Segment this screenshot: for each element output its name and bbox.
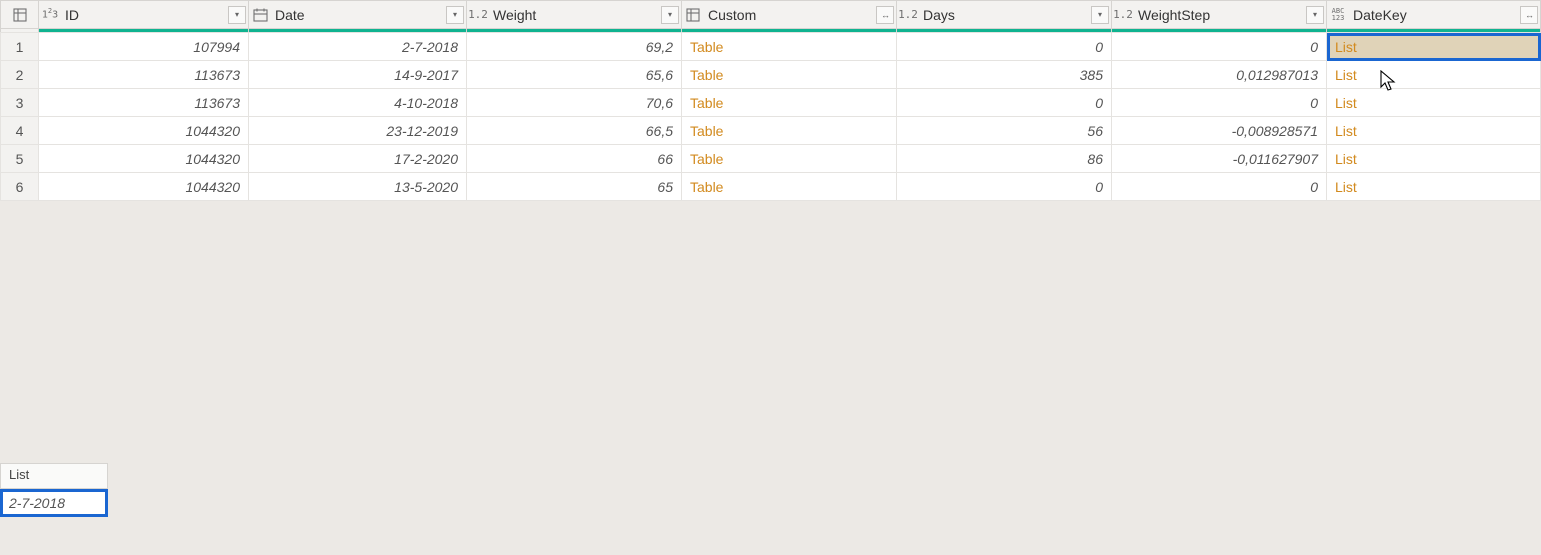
- cell-weight[interactable]: 66: [467, 145, 682, 173]
- header-row: 123ID▾Date▾1.2Weight▾Custom↔1.2Days▾1.2W…: [1, 1, 1541, 29]
- column-header-weightstep[interactable]: 1.2WeightStep ▾: [1112, 1, 1327, 29]
- cell-weight[interactable]: 66,5: [467, 117, 682, 145]
- preview-header: List: [0, 463, 108, 489]
- column-label: WeightStep: [1134, 7, 1210, 23]
- row-number[interactable]: 1: [1, 33, 39, 61]
- type-icon-dec[interactable]: 1.2: [897, 1, 919, 28]
- column-label: DateKey: [1349, 7, 1407, 23]
- column-label: Custom: [704, 7, 756, 23]
- cell-datekey[interactable]: List: [1327, 33, 1541, 61]
- cell-days[interactable]: 86: [897, 145, 1112, 173]
- row-number[interactable]: 2: [1, 61, 39, 89]
- type-icon-dec[interactable]: 1.2: [1112, 1, 1134, 28]
- cell-custom[interactable]: Table: [682, 61, 897, 89]
- type-icon-any[interactable]: ABC123: [1327, 1, 1349, 28]
- cell-date[interactable]: 2-7-2018: [249, 33, 467, 61]
- cell-date[interactable]: 4-10-2018: [249, 89, 467, 117]
- cell-custom[interactable]: Table: [682, 145, 897, 173]
- column-label: Days: [919, 7, 955, 23]
- cell-days[interactable]: 0: [897, 173, 1112, 201]
- column-label: Date: [271, 7, 305, 23]
- cell-datekey[interactable]: List: [1327, 145, 1541, 173]
- expand-column-button[interactable]: ↔: [876, 6, 894, 24]
- select-all-corner[interactable]: [1, 1, 39, 29]
- filter-dropdown-button[interactable]: ▾: [1091, 6, 1109, 24]
- table-row[interactable]: 5104432017-2-202066Table86-0,011627907Li…: [1, 145, 1541, 173]
- table-row[interactable]: 4104432023-12-201966,5Table56-0,00892857…: [1, 117, 1541, 145]
- preview-value[interactable]: 2-7-2018: [0, 489, 108, 517]
- cell-weight[interactable]: 65,6: [467, 61, 682, 89]
- cell-custom[interactable]: Table: [682, 117, 897, 145]
- cell-id[interactable]: 107994: [39, 33, 249, 61]
- row-number[interactable]: 3: [1, 89, 39, 117]
- table-row[interactable]: 11079942-7-201869,2Table00List: [1, 33, 1541, 61]
- column-header-date[interactable]: Date ▾: [249, 1, 467, 29]
- column-header-days[interactable]: 1.2Days ▾: [897, 1, 1112, 29]
- cell-datekey[interactable]: List: [1327, 61, 1541, 89]
- cell-custom[interactable]: Table: [682, 89, 897, 117]
- cell-datekey[interactable]: List: [1327, 89, 1541, 117]
- cell-datekey[interactable]: List: [1327, 173, 1541, 201]
- cell-custom[interactable]: Table: [682, 173, 897, 201]
- cell-days[interactable]: 385: [897, 61, 1112, 89]
- expand-column-button[interactable]: ↔: [1520, 6, 1538, 24]
- cell-weightstep[interactable]: 0,012987013: [1112, 61, 1327, 89]
- cell-id[interactable]: 113673: [39, 89, 249, 117]
- table-row[interactable]: 211367314-9-201765,6Table3850,012987013L…: [1, 61, 1541, 89]
- table-icon: [9, 1, 31, 28]
- cell-date[interactable]: 14-9-2017: [249, 61, 467, 89]
- cell-days[interactable]: 56: [897, 117, 1112, 145]
- filter-dropdown-button[interactable]: ▾: [1306, 6, 1324, 24]
- cell-days[interactable]: 0: [897, 89, 1112, 117]
- cell-weightstep[interactable]: 0: [1112, 33, 1327, 61]
- column-header-datekey[interactable]: ABC123DateKey ↔: [1327, 1, 1541, 29]
- cell-weight[interactable]: 69,2: [467, 33, 682, 61]
- cell-weightstep[interactable]: -0,008928571: [1112, 117, 1327, 145]
- data-grid[interactable]: 123ID▾Date▾1.2Weight▾Custom↔1.2Days▾1.2W…: [0, 0, 1541, 201]
- filter-dropdown-button[interactable]: ▾: [661, 6, 679, 24]
- cell-date[interactable]: 23-12-2019: [249, 117, 467, 145]
- table-row[interactable]: 31136734-10-201870,6Table00List: [1, 89, 1541, 117]
- column-header-custom[interactable]: Custom ↔: [682, 1, 897, 29]
- filter-dropdown-button[interactable]: ▾: [446, 6, 464, 24]
- cell-days[interactable]: 0: [897, 33, 1112, 61]
- row-number[interactable]: 6: [1, 173, 39, 201]
- preview-pane: List 2-7-2018: [0, 463, 108, 517]
- cell-weightstep[interactable]: -0,011627907: [1112, 145, 1327, 173]
- column-label: Weight: [489, 7, 536, 23]
- filter-dropdown-button[interactable]: ▾: [228, 6, 246, 24]
- cell-id[interactable]: 1044320: [39, 145, 249, 173]
- cell-weight[interactable]: 70,6: [467, 89, 682, 117]
- cell-weight[interactable]: 65: [467, 173, 682, 201]
- cell-id[interactable]: 1044320: [39, 117, 249, 145]
- cell-weightstep[interactable]: 0: [1112, 173, 1327, 201]
- cell-custom[interactable]: Table: [682, 33, 897, 61]
- column-label: ID: [61, 7, 79, 23]
- row-number[interactable]: 4: [1, 117, 39, 145]
- row-number[interactable]: 5: [1, 145, 39, 173]
- cell-id[interactable]: 1044320: [39, 173, 249, 201]
- cell-date[interactable]: 13-5-2020: [249, 173, 467, 201]
- type-icon-dec[interactable]: 1.2: [467, 1, 489, 28]
- column-header-id[interactable]: 123ID ▾: [39, 1, 249, 29]
- type-icon-tbl[interactable]: [682, 1, 704, 28]
- type-icon-int[interactable]: 123: [39, 1, 61, 28]
- cell-weightstep[interactable]: 0: [1112, 89, 1327, 117]
- cell-date[interactable]: 17-2-2020: [249, 145, 467, 173]
- type-icon-date[interactable]: [249, 1, 271, 28]
- cell-datekey[interactable]: List: [1327, 117, 1541, 145]
- cell-id[interactable]: 113673: [39, 61, 249, 89]
- column-header-weight[interactable]: 1.2Weight ▾: [467, 1, 682, 29]
- table-row[interactable]: 6104432013-5-202065Table00List: [1, 173, 1541, 201]
